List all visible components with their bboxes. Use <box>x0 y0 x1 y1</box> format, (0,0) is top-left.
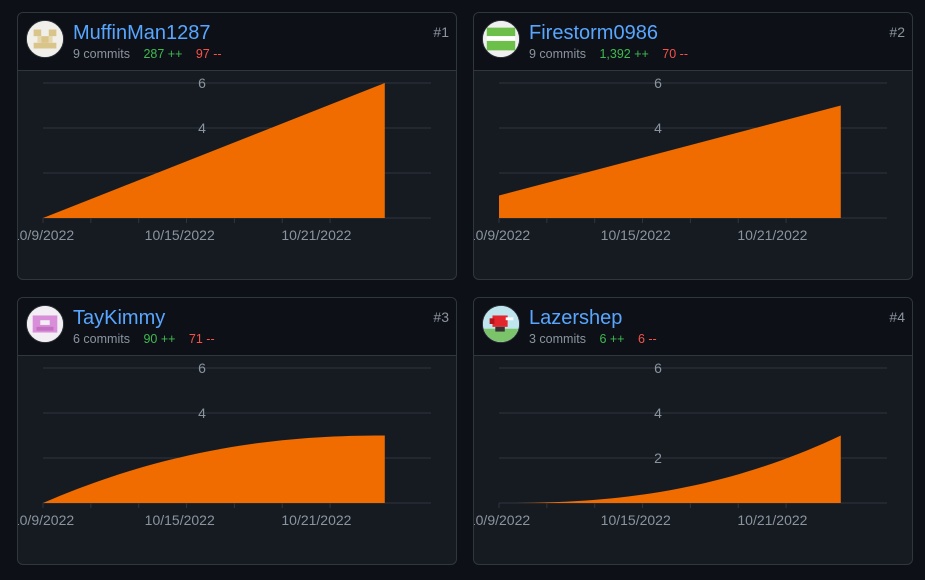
additions-count: 90 ++ <box>143 332 176 346</box>
x-tick-label: 10/9/2022 <box>18 512 74 528</box>
y-tick-label: 4 <box>654 405 662 421</box>
deletions-count: 70 -- <box>662 47 688 61</box>
x-tick-label: 10/15/2022 <box>145 512 215 528</box>
rank-badge: #2 <box>889 24 905 40</box>
card-header: Firestorm0986 9 commits 1,392 ++ 70 -- #… <box>474 13 912 71</box>
avatar[interactable] <box>26 20 64 58</box>
y-tick-label: 6 <box>654 75 662 91</box>
rank-badge: #4 <box>889 309 905 325</box>
commit-count[interactable]: 9 commits <box>73 47 130 61</box>
commit-chart: 10/9/2022 10/15/2022 10/21/2022 4 6 <box>474 75 887 243</box>
commit-stats: 6 commits 90 ++ 71 -- <box>73 332 215 346</box>
commit-stats: 9 commits 287 ++ 97 -- <box>73 47 222 61</box>
rank-badge: #3 <box>433 309 449 325</box>
card-header: MuffinMan1287 9 commits 287 ++ 97 -- #1 <box>18 13 456 71</box>
area-series <box>43 435 385 503</box>
x-tick-label: 10/9/2022 <box>474 512 530 528</box>
commit-count[interactable]: 6 commits <box>73 332 130 346</box>
y-tick-label: 6 <box>198 75 206 91</box>
contributor-card: TayKimmy 6 commits 90 ++ 71 -- #3 10/9/2… <box>17 297 457 565</box>
y-tick-label: 6 <box>654 360 662 376</box>
commit-chart: 10/9/2022 10/15/2022 10/21/2022 4 6 <box>18 360 431 528</box>
rank-badge: #1 <box>433 24 449 40</box>
x-tick-label: 10/15/2022 <box>601 227 671 243</box>
card-header: TayKimmy 6 commits 90 ++ 71 -- #3 <box>18 298 456 356</box>
additions-count: 287 ++ <box>143 47 183 61</box>
card-header: Lazershep 3 commits 6 ++ 6 -- #4 <box>474 298 912 356</box>
x-tick-label: 10/9/2022 <box>18 227 74 243</box>
identicon-green-icon <box>483 21 519 57</box>
contributor-card: Firestorm0986 9 commits 1,392 ++ 70 -- #… <box>473 12 913 280</box>
avatar-image-icon <box>483 306 519 342</box>
identicon-pink-icon <box>27 306 63 342</box>
username-link[interactable]: Lazershep <box>529 307 622 330</box>
area-series <box>43 83 385 218</box>
deletions-count: 6 -- <box>637 332 657 346</box>
commit-count[interactable]: 3 commits <box>529 332 586 346</box>
commit-count[interactable]: 9 commits <box>529 47 586 61</box>
contributor-card: Lazershep 3 commits 6 ++ 6 -- #4 10/9/20… <box>473 297 913 565</box>
x-tick-label: 10/9/2022 <box>474 227 530 243</box>
area-series <box>499 435 841 503</box>
additions-count: 1,392 ++ <box>599 47 649 61</box>
y-tick-label: 4 <box>654 120 662 136</box>
commit-chart: 10/9/2022 10/15/2022 10/21/2022 4 6 <box>18 75 431 243</box>
area-series <box>499 105 841 218</box>
username-link[interactable]: MuffinMan1287 <box>73 22 211 45</box>
deletions-count: 97 -- <box>195 47 222 61</box>
username-link[interactable]: Firestorm0986 <box>529 22 658 45</box>
y-tick-label: 6 <box>198 360 206 376</box>
x-tick-label: 10/21/2022 <box>737 227 807 243</box>
avatar[interactable] <box>26 305 64 343</box>
y-tick-label: 2 <box>654 450 662 466</box>
commit-stats: 9 commits 1,392 ++ 70 -- <box>529 47 688 61</box>
additions-count: 6 ++ <box>599 332 625 346</box>
avatar[interactable] <box>482 20 520 58</box>
x-tick-label: 10/15/2022 <box>145 227 215 243</box>
identicon-tan-icon <box>27 21 63 57</box>
commit-stats: 3 commits 6 ++ 6 -- <box>529 332 657 346</box>
x-tick-label: 10/21/2022 <box>281 227 351 243</box>
y-tick-label: 4 <box>198 405 206 421</box>
avatar[interactable] <box>482 305 520 343</box>
y-tick-label: 4 <box>198 120 206 136</box>
username-link[interactable]: TayKimmy <box>73 307 165 330</box>
x-tick-label: 10/21/2022 <box>281 512 351 528</box>
x-tick-label: 10/21/2022 <box>737 512 807 528</box>
x-tick-label: 10/15/2022 <box>601 512 671 528</box>
commit-chart: 10/9/2022 10/15/2022 10/21/2022 2 4 6 <box>474 360 887 528</box>
contributor-card: MuffinMan1287 9 commits 287 ++ 97 -- #1 … <box>17 12 457 280</box>
deletions-count: 71 -- <box>188 332 215 346</box>
